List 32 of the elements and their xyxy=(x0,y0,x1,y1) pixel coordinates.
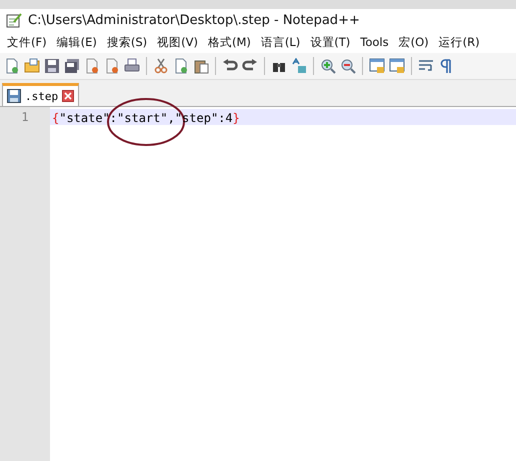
print-icon[interactable] xyxy=(124,58,140,74)
zoom-out-icon[interactable] xyxy=(340,58,356,74)
new-file-icon[interactable] xyxy=(4,58,20,74)
close-all-icon[interactable] xyxy=(104,58,120,74)
save-icon[interactable] xyxy=(44,58,60,74)
menu-item[interactable]: 视图(V) xyxy=(152,34,203,50)
save-all-icon[interactable] xyxy=(64,58,80,74)
menu-item[interactable]: 设置(T) xyxy=(305,34,356,50)
open-folder-icon[interactable] xyxy=(24,58,40,74)
menu-item[interactable]: 格式(M) xyxy=(202,34,256,50)
cut-icon[interactable] xyxy=(153,58,169,74)
word-wrap-icon[interactable] xyxy=(418,58,434,74)
menu-item[interactable]: 搜索(S) xyxy=(102,34,152,50)
menu-item[interactable]: 语言(L) xyxy=(256,34,306,50)
window-title: C:\Users\Administrator\Desktop\.step - Notepad++ xyxy=(28,12,360,28)
pilcrow-icon[interactable] xyxy=(438,58,454,74)
replace-icon[interactable] xyxy=(291,58,307,74)
paste-icon[interactable] xyxy=(193,58,209,74)
menu-item[interactable]: Tools xyxy=(355,35,394,49)
file-tab[interactable]: .step xyxy=(2,83,80,106)
zoom-in-icon[interactable] xyxy=(320,58,336,74)
menu-item[interactable]: 文件(F) xyxy=(2,34,52,50)
menu-item[interactable]: 运行(R) xyxy=(434,34,485,50)
window-lock-icon[interactable] xyxy=(389,58,405,74)
window-lock-icon[interactable] xyxy=(369,58,385,74)
menu-item[interactable]: 编辑(E) xyxy=(52,34,102,50)
menu-item[interactable]: 宏(O) xyxy=(394,34,434,50)
close-icon[interactable] xyxy=(62,90,74,102)
notepad-icon xyxy=(6,12,22,28)
line-number: 1 xyxy=(21,109,29,125)
close-file-icon[interactable] xyxy=(84,58,100,74)
copy-icon[interactable] xyxy=(173,58,189,74)
